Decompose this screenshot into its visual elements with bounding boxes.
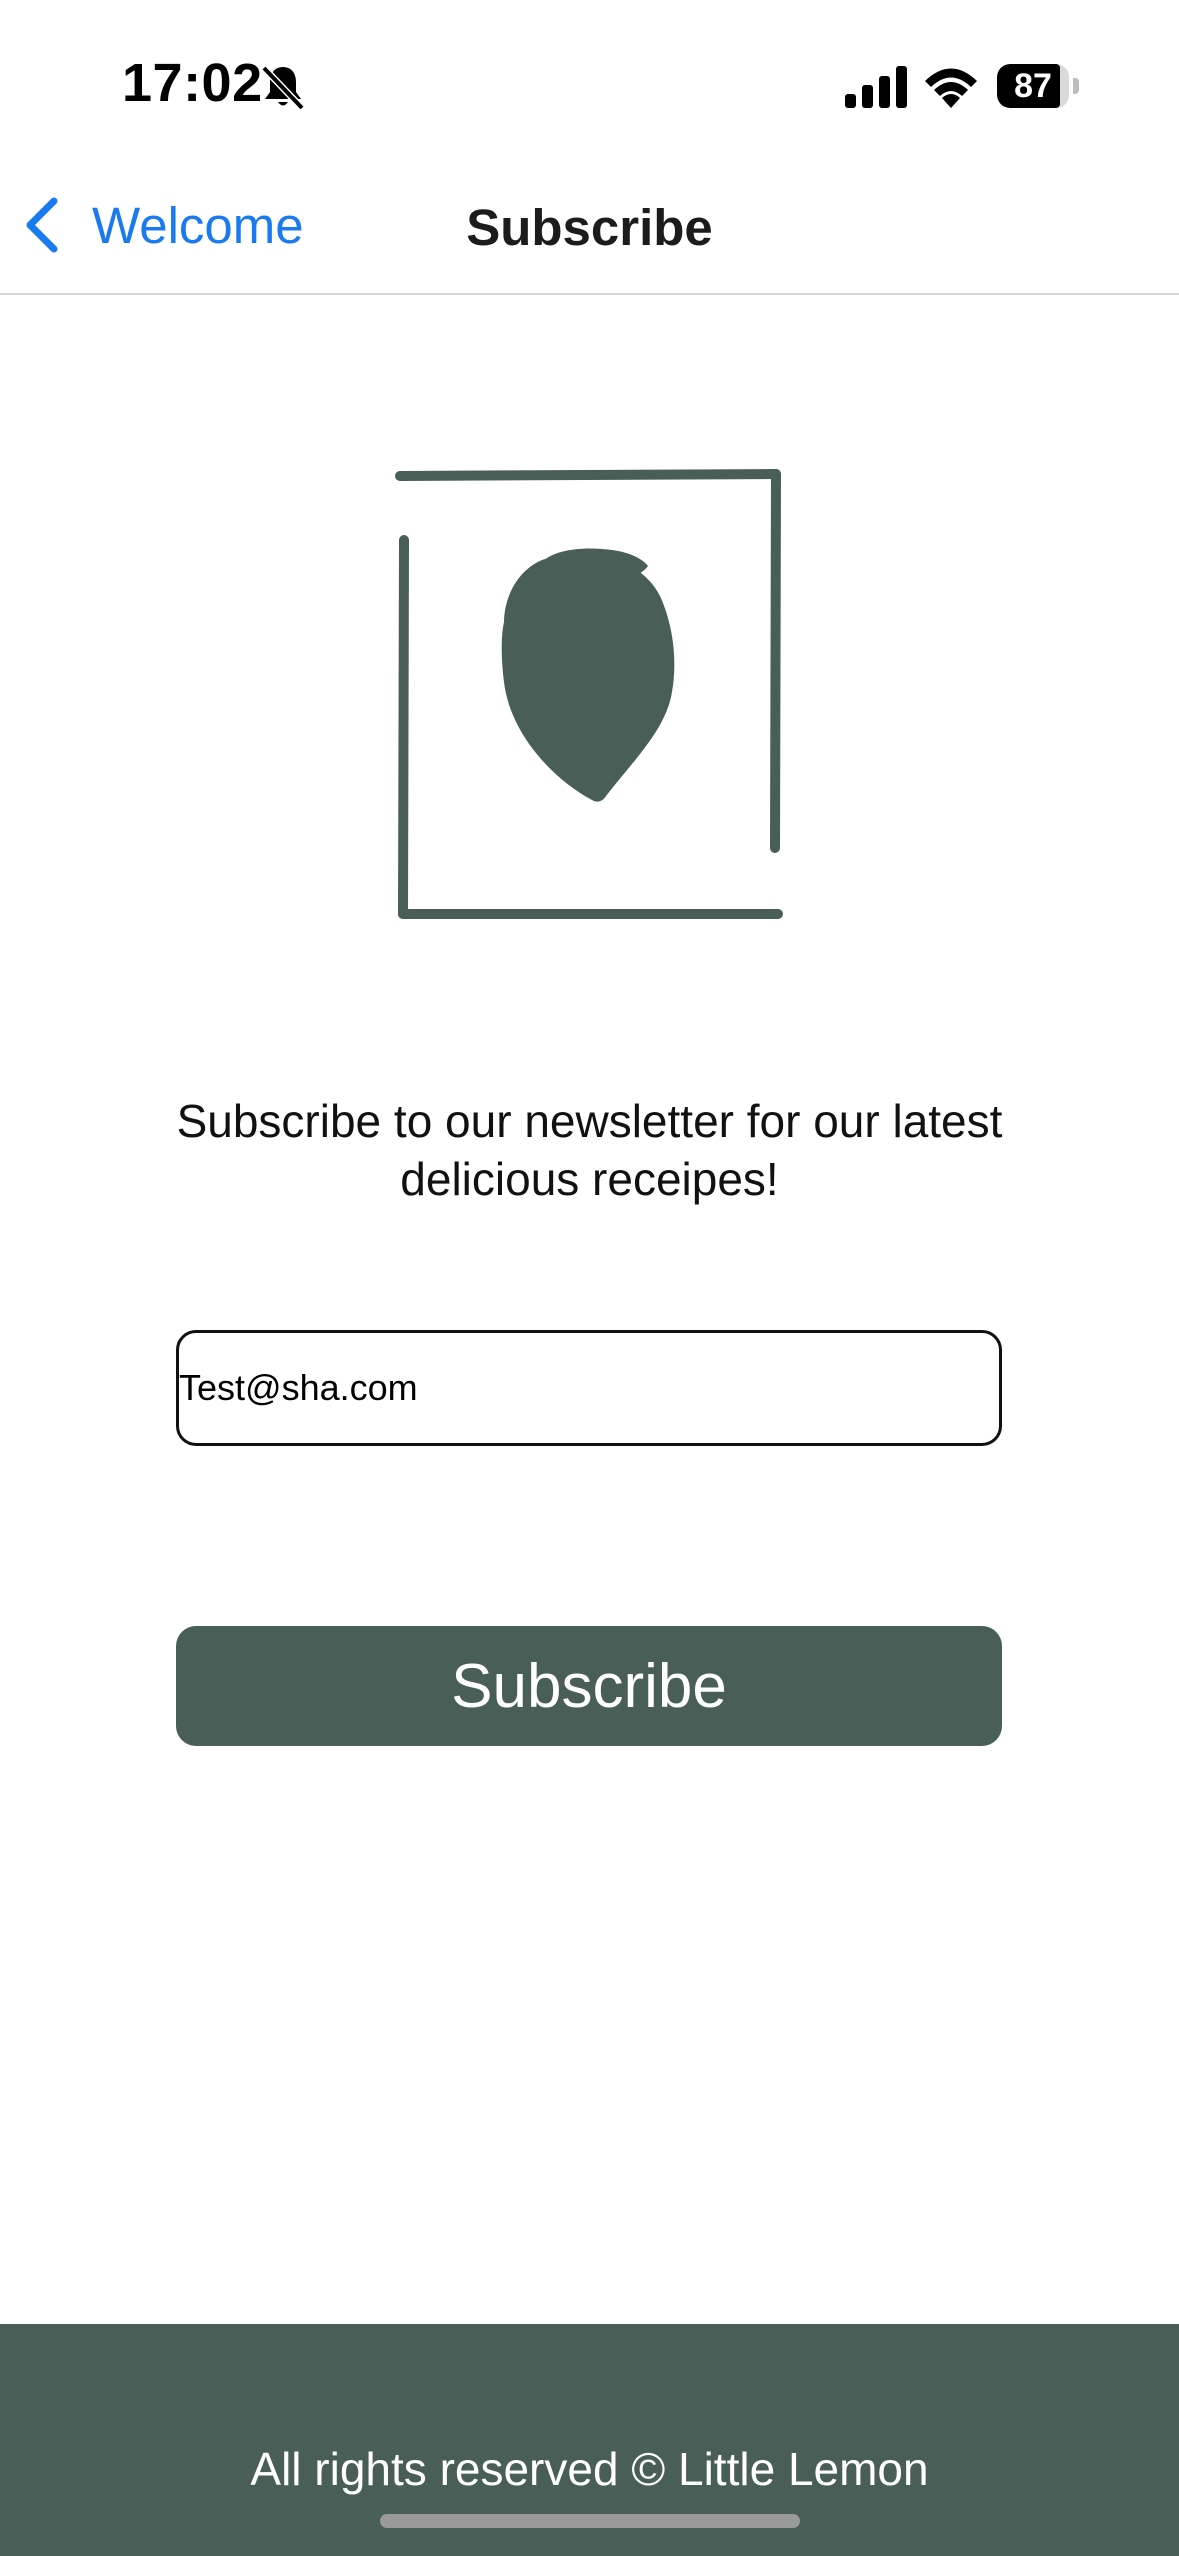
- email-field[interactable]: [176, 1330, 1002, 1446]
- bell-slash-icon: [261, 65, 305, 111]
- subscribe-screen: 17:02 87 Welcome Subscribe Subscribe to …: [0, 0, 1179, 2556]
- home-indicator[interactable]: [380, 2514, 800, 2528]
- subscribe-button[interactable]: Subscribe: [176, 1626, 1002, 1746]
- wifi-icon: [925, 68, 977, 108]
- footer-copyright: All rights reserved © Little Lemon: [250, 2443, 929, 2495]
- newsletter-description: Subscribe to our newsletter for our late…: [176, 1095, 1003, 1205]
- page-title: Subscribe: [466, 199, 713, 256]
- battery-icon: 87: [997, 64, 1081, 108]
- battery-level-text: 87: [1014, 67, 1052, 105]
- little-lemon-logo-icon: [395, 469, 783, 919]
- status-time: 17:02: [122, 53, 263, 113]
- cellular-signal-icon: [845, 66, 907, 108]
- navigation-bar: Welcome Subscribe: [0, 160, 1179, 295]
- status-bar: 17:02 87: [0, 0, 1179, 160]
